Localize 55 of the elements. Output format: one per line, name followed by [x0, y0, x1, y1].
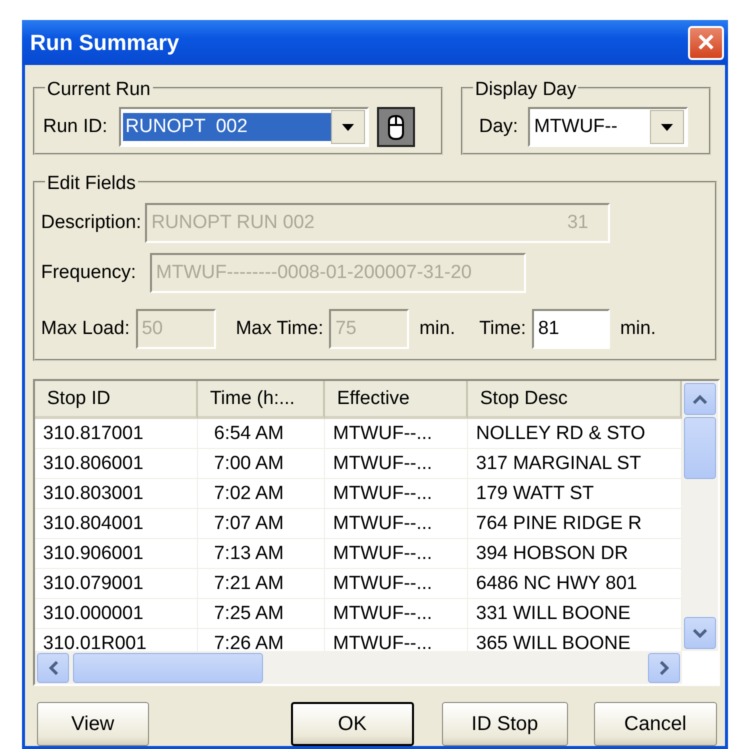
field-label: Frequency: [41, 260, 136, 285]
table-cell: 310.817001 [35, 419, 198, 449]
scroll-thumb[interactable] [73, 652, 263, 682]
table-cell: 7:02 AM [198, 479, 325, 509]
horizontal-scrollbar[interactable] [35, 651, 682, 684]
table-cell: MTWUF--... [325, 599, 468, 629]
scroll-right-button[interactable] [648, 652, 680, 682]
column-header[interactable]: Stop ID [35, 381, 198, 419]
table-cell: MTWUF--... [325, 509, 468, 539]
caret-icon [661, 124, 674, 130]
table-cell: MTWUF--... [325, 479, 468, 509]
table-cell: 310.079001 [35, 569, 198, 599]
pointer-button[interactable] [377, 107, 416, 147]
field-label: Day: [479, 114, 518, 139]
table-cell: 310.000001 [35, 599, 198, 629]
field-label: Time: [479, 316, 526, 341]
window-title: Run Summary [30, 29, 180, 57]
vertical-scrollbar[interactable] [682, 381, 718, 651]
table-cell: 7:07 AM [198, 509, 325, 539]
dropdown-button[interactable] [650, 110, 684, 144]
table-cell: MTWUF--... [325, 539, 468, 569]
unit-label: min. [419, 316, 456, 341]
table-cell: 7:25 AM [198, 599, 325, 629]
scroll-down-button[interactable] [684, 617, 716, 649]
dialog-button[interactable]: View [37, 702, 149, 746]
dropdown-button[interactable] [331, 110, 366, 144]
table-cell: 310.804001 [35, 509, 198, 539]
table-cell: 310.906001 [35, 539, 198, 569]
scroll-left-button[interactable] [37, 652, 69, 682]
field-label: Run ID: [43, 114, 108, 139]
table-cell: 7:21 AM [198, 569, 325, 599]
table-cell: 7:13 AM [198, 539, 325, 569]
scroll-up-button[interactable] [684, 383, 716, 415]
text-field[interactable]: 81 [532, 309, 610, 349]
table-cell: 7:00 AM [198, 449, 325, 479]
unit-label: min. [620, 316, 656, 341]
table-cell: MTWUF--... [325, 569, 468, 599]
scroll-thumb[interactable] [684, 417, 716, 479]
dialog-button[interactable]: OK [290, 702, 414, 746]
column-header[interactable]: Stop Desc [468, 381, 682, 419]
field-label: Max Time: [236, 316, 324, 341]
table-cell: 310.803001 [35, 479, 198, 509]
table-cell: MTWUF--... [325, 419, 468, 449]
column-header[interactable]: Effective [325, 381, 468, 419]
field-label: Max Load: [41, 316, 130, 341]
column-header[interactable]: Time (h:... [198, 381, 325, 419]
caret-icon [342, 124, 354, 130]
dialog-button[interactable]: Cancel [594, 702, 717, 746]
field-label: Description: [41, 210, 142, 235]
run-id-dropdown[interactable]: RUNOPT 002 [119, 107, 370, 147]
table-cell: 6:54 AM [198, 419, 325, 449]
dialog-button[interactable]: ID Stop [442, 702, 568, 746]
table-cell: 310.806001 [35, 449, 198, 479]
day-dropdown[interactable]: MTWUF-- [528, 107, 688, 147]
table-cell: MTWUF--... [325, 449, 468, 479]
